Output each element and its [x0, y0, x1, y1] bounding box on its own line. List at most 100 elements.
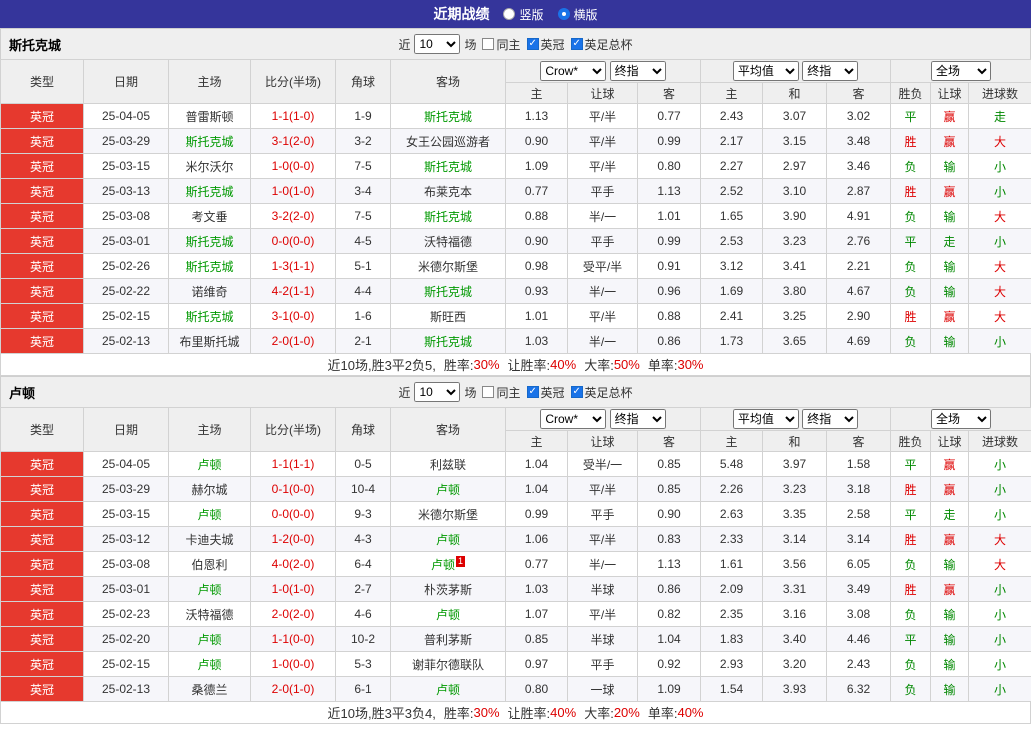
scope-select[interactable]: 全场	[931, 61, 992, 81]
odds-stage-select[interactable]: 终指	[609, 61, 666, 81]
result-outcome: 负	[890, 328, 932, 354]
filter-championship[interactable]: 英冠	[526, 384, 565, 401]
league-badge: 英冠	[0, 153, 84, 179]
radio-icon-vertical[interactable]	[503, 8, 516, 20]
match-row: 英冠 25-03-08 伯恩利 4-0(2-0) 6-4 卢顿 1 0.77 半/一 1.13 1.…	[0, 551, 1031, 577]
odds-handicap-line: 半/一	[567, 328, 638, 354]
odds-away: 1.04	[636, 626, 702, 652]
section-summary: 近10场,胜3平3负4, 胜率: 30% 让胜率: 40% 大率: 20% 单率: 40%	[0, 702, 1031, 724]
odds-away: 0.86	[636, 328, 702, 354]
league-badge: 英冠	[0, 451, 84, 477]
result-group-header: 全场	[890, 407, 1031, 431]
avg-source-select[interactable]: 平均值	[732, 409, 799, 429]
view-mode-vertical[interactable]: 竖版	[503, 6, 544, 23]
match-date: 25-03-08	[83, 551, 169, 577]
avg-odds-away: 4.67	[826, 278, 892, 304]
result-goals: 大	[968, 526, 1031, 552]
match-row: 英冠 25-02-22 诺维奇 4-2(1-1) 4-4 斯托克城 0.93 半/一 0.96 1…	[0, 278, 1031, 304]
odds-handicap-line: 受平/半	[567, 253, 638, 279]
corners-score: 7-5	[335, 153, 391, 179]
avg-odds-away: 3.49	[826, 576, 892, 602]
away-team-name: 斯托克城	[390, 278, 506, 304]
match-score: 2-0(2-0)	[250, 601, 336, 627]
filter-same-home[interactable]: 同主	[482, 384, 521, 401]
team-name: 卢顿	[9, 385, 36, 401]
recent-label: 近	[398, 385, 411, 400]
checkbox-icon-fa-cup[interactable]	[570, 38, 583, 50]
home-team-name: 斯托克城	[168, 303, 251, 329]
topbar: 近期战绩 竖版 横版	[0, 0, 1031, 28]
corners-score: 5-1	[335, 253, 391, 279]
corners-score: 4-5	[335, 228, 391, 254]
checkbox-icon-same-home[interactable]	[482, 386, 495, 398]
match-count-select[interactable]: 10	[414, 382, 461, 402]
filter-fa-cup[interactable]: 英足总杯	[570, 384, 633, 401]
home-team-name: 卢顿	[168, 451, 251, 477]
bookmaker-select[interactable]: Crow*	[540, 409, 607, 429]
away-team-name: 斯旺西	[390, 303, 506, 329]
odds-away: 0.92	[636, 651, 702, 677]
result-handicap: 输	[930, 676, 970, 702]
bookmaker-select[interactable]: Crow*	[540, 61, 607, 81]
summary-stat-label: 单率:	[647, 706, 678, 721]
odds-handicap-line: 半球	[567, 576, 638, 602]
avg-source-select[interactable]: 平均值	[732, 61, 799, 81]
home-team-name: 斯托克城	[168, 228, 251, 254]
summary-record: 近10场,胜3平2负5,	[327, 358, 436, 373]
recent-matches-table: 类型 日期 主场 比分(半场) 角球 客场 Crow* 终指 平均值 终指 全场	[0, 407, 1031, 702]
checkbox-icon-championship[interactable]	[526, 386, 539, 398]
match-count-select[interactable]: 10	[414, 34, 461, 54]
avg-stage-select[interactable]: 终指	[802, 61, 859, 81]
avg-odds-home: 2.17	[700, 128, 764, 154]
result-handicap: 输	[930, 203, 970, 229]
checkbox-icon-championship[interactable]	[526, 38, 539, 50]
league-badge: 英冠	[0, 576, 84, 602]
result-outcome: 平	[890, 228, 932, 254]
odds-home: 0.99	[505, 501, 568, 527]
odds-home: 1.04	[505, 476, 568, 502]
match-row: 英冠 25-02-13 布里斯托城 2-0(1-0) 2-1 斯托克城 1.03 半/一 0.8…	[0, 328, 1031, 354]
result-goals: 小	[968, 228, 1031, 254]
checkbox-icon-fa-cup[interactable]	[570, 386, 583, 398]
avg-odds-draw: 3.23	[762, 476, 828, 502]
avg-odds-draw: 3.14	[762, 526, 828, 552]
match-score: 1-0(0-0)	[250, 651, 336, 677]
result-handicap: 赢	[930, 128, 970, 154]
match-date: 25-03-01	[83, 228, 169, 254]
match-row: 英冠 25-03-12 卡迪夫城 1-2(0-0) 4-3 卢顿 1.06 平/半 0.83 2.…	[0, 526, 1031, 552]
avg-stage-select[interactable]: 终指	[802, 409, 859, 429]
result-handicap: 输	[930, 601, 970, 627]
col-type: 类型	[0, 407, 84, 452]
avg-odds-away: 2.43	[826, 651, 892, 677]
radio-icon-horizontal[interactable]	[557, 8, 570, 20]
scope-select[interactable]: 全场	[931, 409, 992, 429]
filter-same-home[interactable]: 同主	[482, 36, 521, 53]
odds-stage-select[interactable]: 终指	[609, 409, 666, 429]
team-section-header: 卢顿 近 10 场 同主 英冠 英足总杯	[0, 376, 1031, 407]
section-summary: 近10场,胜3平2负5, 胜率: 30% 让胜率: 40% 大率: 50% 单率: 30%	[0, 354, 1031, 376]
matches-unit-label: 场	[464, 385, 477, 400]
match-date: 25-03-29	[83, 476, 169, 502]
filter-fa-cup-label: 英足总杯	[584, 385, 633, 400]
summary-stat-value: 40%	[550, 705, 577, 720]
subcol-goals-result: 进球数	[968, 82, 1031, 104]
view-mode-horizontal[interactable]: 横版	[557, 6, 598, 23]
odds-away: 0.80	[636, 153, 702, 179]
filter-championship[interactable]: 英冠	[526, 36, 565, 53]
odds-group-header: Crow* 终指	[504, 407, 702, 431]
filter-fa-cup[interactable]: 英足总杯	[570, 36, 633, 53]
match-row: 英冠 25-03-13 斯托克城 1-0(1-0) 3-4 布莱克本 0.77 平手 1.13 2…	[0, 178, 1031, 204]
view-mode-vertical-label[interactable]: 竖版	[519, 6, 543, 23]
recent-label: 近	[398, 37, 411, 52]
summary-stat-label: 胜率:	[443, 706, 474, 721]
odds-home: 1.06	[505, 526, 568, 552]
home-team-name: 卢顿	[168, 651, 251, 677]
col-date: 日期	[83, 407, 169, 452]
match-row: 英冠 25-02-23 沃特福德 2-0(2-0) 4-6 卢顿 1.07 平/半 0.82 2.…	[0, 601, 1031, 627]
checkbox-icon-same-home[interactable]	[482, 38, 495, 50]
odds-group-header: Crow* 终指	[504, 59, 702, 83]
home-team-name: 斯托克城	[168, 253, 251, 279]
result-goals: 小	[968, 576, 1031, 602]
view-mode-horizontal-label[interactable]: 横版	[574, 6, 598, 23]
subcol-handicap: 让球	[567, 430, 638, 452]
